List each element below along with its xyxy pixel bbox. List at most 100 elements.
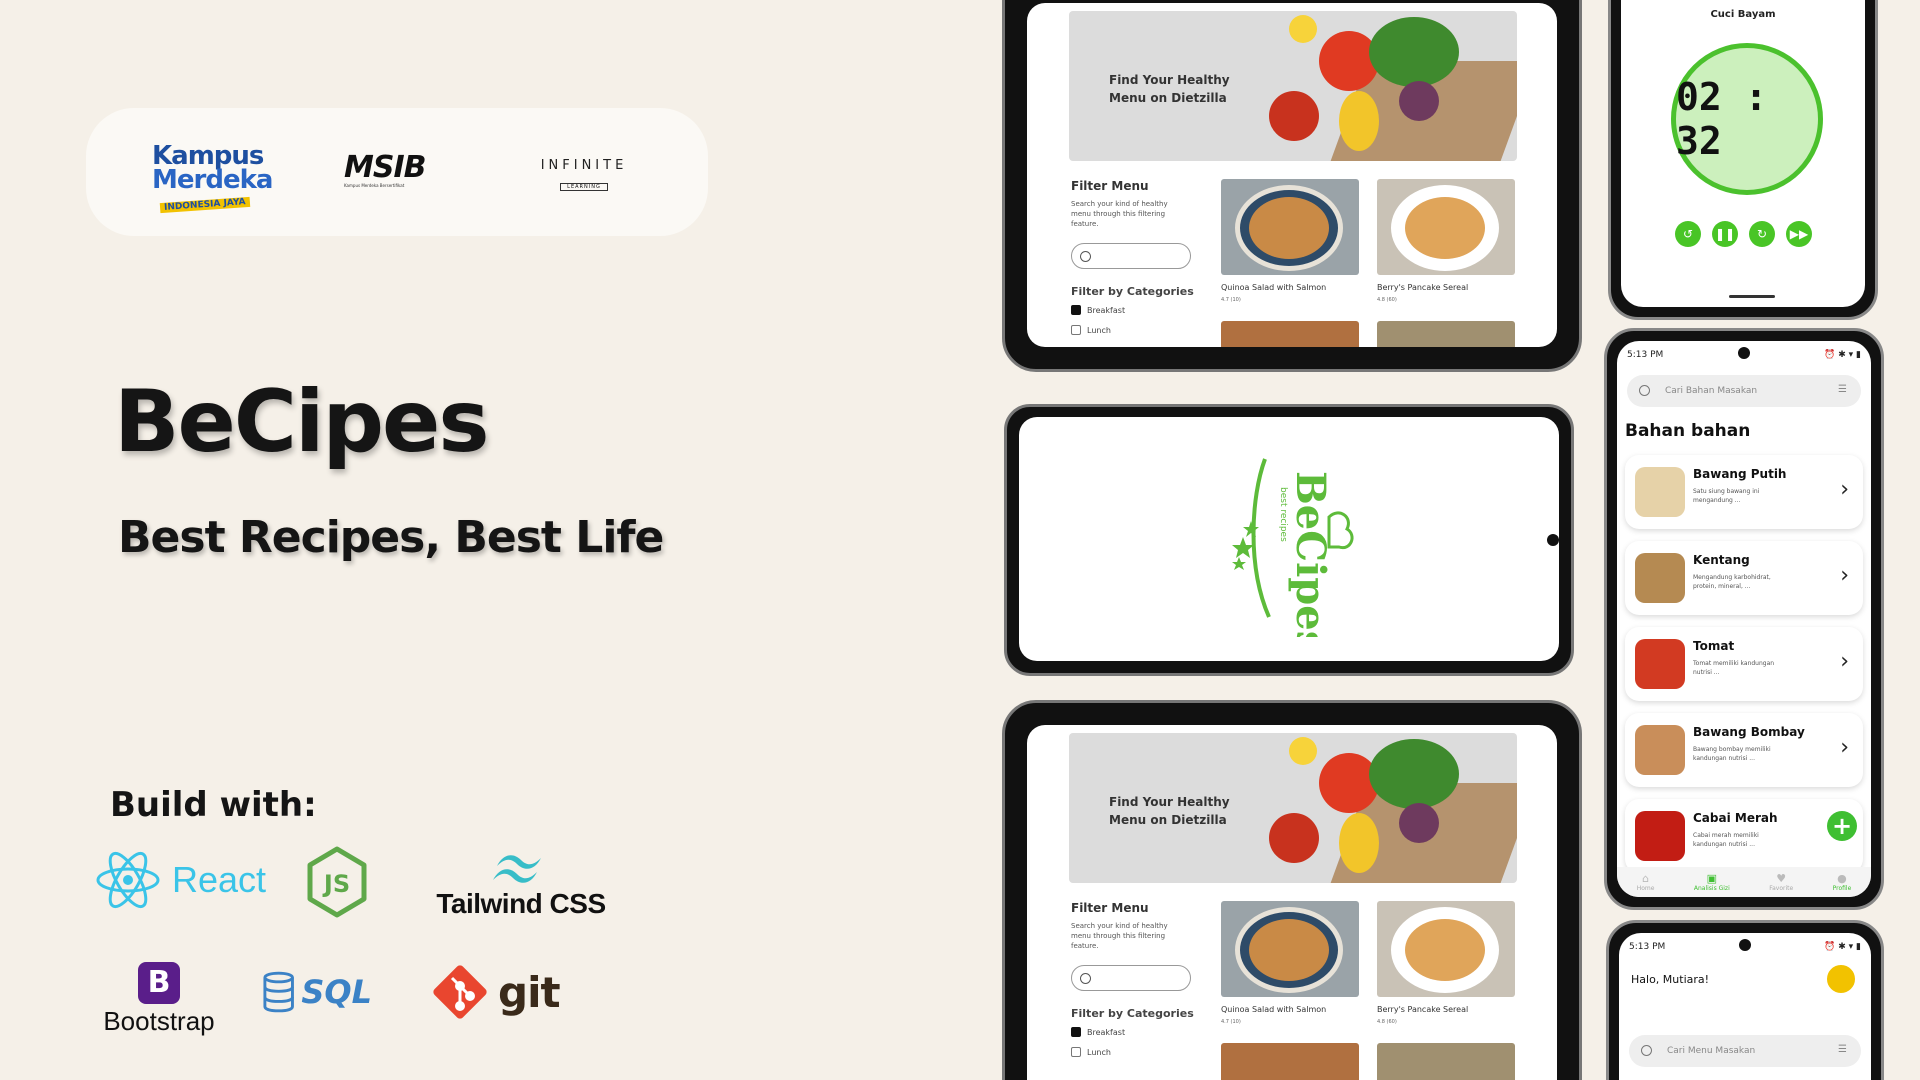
- avatar[interactable]: [1825, 963, 1857, 995]
- build-with-label: Build with:: [110, 785, 317, 825]
- web-screen: Find Your Healthy Menu on Dietzilla Filt…: [1027, 3, 1557, 347]
- chevron-right-icon[interactable]: ›: [1840, 477, 1849, 502]
- menu-card-title[interactable]: Quinoa Salad with Salmon: [1221, 283, 1326, 292]
- nav-profile[interactable]: ● Profile: [1833, 872, 1852, 892]
- hero-banner: Find Your Healthy Menu on Dietzilla: [1069, 11, 1517, 161]
- camera-punch-hole: [1738, 347, 1750, 359]
- nodejs-icon: JS: [307, 846, 367, 918]
- search-icon: [1641, 1045, 1652, 1056]
- menu-card-title[interactable]: Berry's Pancake Sereal: [1377, 1005, 1468, 1014]
- section-title: Bahan bahan: [1625, 421, 1751, 441]
- category-checkbox-breakfast[interactable]: Breakfast: [1071, 1027, 1125, 1037]
- tailwind-logo: Tailwind CSS: [436, 850, 606, 919]
- chevron-right-icon[interactable]: ›: [1840, 563, 1849, 588]
- react-logo: React: [96, 845, 296, 915]
- menu-card-rating: 4.8 (60): [1377, 1019, 1397, 1025]
- filter-icon[interactable]: ☰: [1838, 384, 1847, 395]
- menu-card-image[interactable]: [1221, 179, 1359, 275]
- menu-card-title[interactable]: Quinoa Salad with Salmon: [1221, 1005, 1326, 1014]
- phone-mockup-ingredients: 5:13 PM ⏰ ✱ ▾ ▮ Cari Bahan Masakan ☰ Bah…: [1604, 328, 1884, 910]
- nav-home[interactable]: ⌂ Home: [1637, 872, 1655, 892]
- add-button[interactable]: +: [1827, 811, 1857, 841]
- git-logo: git: [430, 960, 570, 1024]
- category-checkbox-lunch[interactable]: Lunch: [1071, 325, 1111, 335]
- becipes-logo: BeCipes best recipes: [1229, 447, 1359, 637]
- sql-logo: SQL: [262, 960, 372, 1024]
- splash-screen: BeCipes best recipes: [1019, 417, 1559, 661]
- restart-icon[interactable]: ↺: [1675, 221, 1701, 247]
- bootstrap-logo: B Bootstrap: [94, 962, 224, 1037]
- search-icon: [1639, 385, 1650, 396]
- filter-menu-desc: Search your kind of healthy menu through…: [1071, 200, 1168, 228]
- menu-card-image[interactable]: [1221, 901, 1359, 997]
- camera-dot: [1547, 534, 1559, 546]
- menu-card-rating: 4.7 (10): [1221, 297, 1241, 303]
- camera-punch-hole: [1739, 939, 1751, 951]
- list-item[interactable]: Cabai Merah Cabai merah memiliki kandung…: [1625, 799, 1863, 873]
- nav-analisis-gizi[interactable]: ▣ Analisis Gizi: [1694, 872, 1730, 892]
- home-screen: 5:13 PM ⏰ ✱ ▾ ▮ Halo, Mutiara! Cari Menu…: [1619, 933, 1871, 1080]
- bottom-nav: ⌂ Home ▣ Analisis Gizi ♥ Favorite ● Profile: [1617, 867, 1871, 897]
- heart-icon: ♥: [1776, 872, 1787, 885]
- svg-text:BeCipes: BeCipes: [1287, 471, 1334, 637]
- chevron-right-icon[interactable]: ›: [1840, 649, 1849, 674]
- pause-icon[interactable]: ❚❚: [1712, 221, 1738, 247]
- git-icon: [433, 965, 487, 1019]
- menu-card-rating: 4.8 (60): [1377, 297, 1397, 303]
- category-checkbox-lunch[interactable]: Lunch: [1071, 1047, 1111, 1057]
- home-icon: ⌂: [1642, 872, 1650, 885]
- status-icons: ⏰ ✱ ▾ ▮: [1824, 350, 1861, 360]
- timer-controls: ↺ ❚❚ ↻ ▶▶: [1675, 221, 1812, 247]
- ingredients-screen: 5:13 PM ⏰ ✱ ▾ ▮ Cari Bahan Masakan ☰ Bah…: [1617, 341, 1871, 897]
- menu-card-image[interactable]: [1377, 179, 1515, 275]
- list-item[interactable]: Bawang Bombay Bawang bombay memiliki kan…: [1625, 713, 1863, 787]
- categories-title: Filter by Categories: [1071, 1007, 1194, 1020]
- nav-favorite[interactable]: ♥ Favorite: [1769, 872, 1793, 892]
- web-screen: Find Your Healthy Menu on Dietzilla Filt…: [1027, 725, 1557, 1080]
- menu-card-rating: 4.7 (10): [1221, 1019, 1241, 1025]
- phone-mockup-home: 5:13 PM ⏰ ✱ ▾ ▮ Halo, Mutiara! Cari Menu…: [1606, 920, 1884, 1080]
- category-checkbox-breakfast[interactable]: Breakfast: [1071, 305, 1125, 315]
- msib-logo: MSIB Kampus Merdeka Bersertifikat: [344, 150, 426, 188]
- search-menu-input[interactable]: Cari Menu Masakan ☰: [1629, 1035, 1861, 1067]
- infinite-learning-logo: INFINITE LEARNING: [540, 158, 628, 191]
- tablet-mockup-bottom: Find Your Healthy Menu on Dietzilla Filt…: [1002, 700, 1582, 1080]
- categories-title: Filter by Categories: [1071, 285, 1194, 298]
- tablet-mockup-top: Find Your Healthy Menu on Dietzilla Filt…: [1002, 0, 1582, 372]
- profile-icon: ●: [1837, 872, 1847, 885]
- filter-menu-desc: Search your kind of healthy menu through…: [1071, 922, 1168, 950]
- page-subtitle: Best Recipes, Best Life: [118, 512, 664, 563]
- list-item[interactable]: Bawang Putih Satu siung bawang ini menga…: [1625, 455, 1863, 529]
- chevron-right-icon[interactable]: ›: [1840, 735, 1849, 760]
- list-item[interactable]: Kentang Mengandung karbohidrat, protein,…: [1625, 541, 1863, 615]
- timer-step-label: Cuci Bayam: [1710, 9, 1776, 20]
- filter-search-input[interactable]: [1071, 965, 1191, 991]
- nodejs-logo: JS: [306, 846, 368, 918]
- replay-icon[interactable]: ↻: [1749, 221, 1775, 247]
- tablet-mockup-splash: BeCipes best recipes: [1004, 404, 1574, 676]
- menu-card-image[interactable]: [1377, 901, 1515, 997]
- tailwind-icon: [493, 855, 541, 883]
- skip-icon[interactable]: ▶▶: [1786, 221, 1812, 247]
- list-item[interactable]: Tomat Tomat memiliki kandungan nutrisi .…: [1625, 627, 1863, 701]
- svg-text:best recipes: best recipes: [1278, 487, 1288, 542]
- filter-menu-title: Filter Menu: [1071, 179, 1149, 193]
- scan-icon: ▣: [1706, 872, 1718, 885]
- home-indicator: [1729, 295, 1775, 298]
- svg-text:JS: JS: [322, 870, 350, 898]
- database-icon: [263, 971, 294, 1013]
- bootstrap-icon: B: [138, 962, 180, 1004]
- filter-icon[interactable]: ☰: [1838, 1044, 1847, 1055]
- chef-hat-icon: BeCipes best recipes: [1232, 458, 1354, 637]
- kampus-merdeka-logo: Kampus Merdeka INDONESIA JAYA: [152, 141, 273, 214]
- timer-screen: Cuci Bayam 02 : 32 ↺ ❚❚ ↻ ▶▶: [1621, 0, 1865, 307]
- page-title: BeCipes: [114, 372, 490, 472]
- search-ingredients-input[interactable]: Cari Bahan Masakan ☰: [1627, 375, 1861, 407]
- partner-logos-card: Kampus Merdeka INDONESIA JAYA MSIB Kampu…: [86, 108, 708, 236]
- phone-mockup-timer: Cuci Bayam 02 : 32 ↺ ❚❚ ↻ ▶▶: [1608, 0, 1878, 320]
- menu-card-title[interactable]: Berry's Pancake Sereal: [1377, 283, 1468, 292]
- timer-display: 02 : 32: [1671, 43, 1823, 195]
- hero-banner: Find Your Healthy Menu on Dietzilla: [1069, 733, 1517, 883]
- filter-menu-title: Filter Menu: [1071, 901, 1149, 915]
- filter-search-input[interactable]: [1071, 243, 1191, 269]
